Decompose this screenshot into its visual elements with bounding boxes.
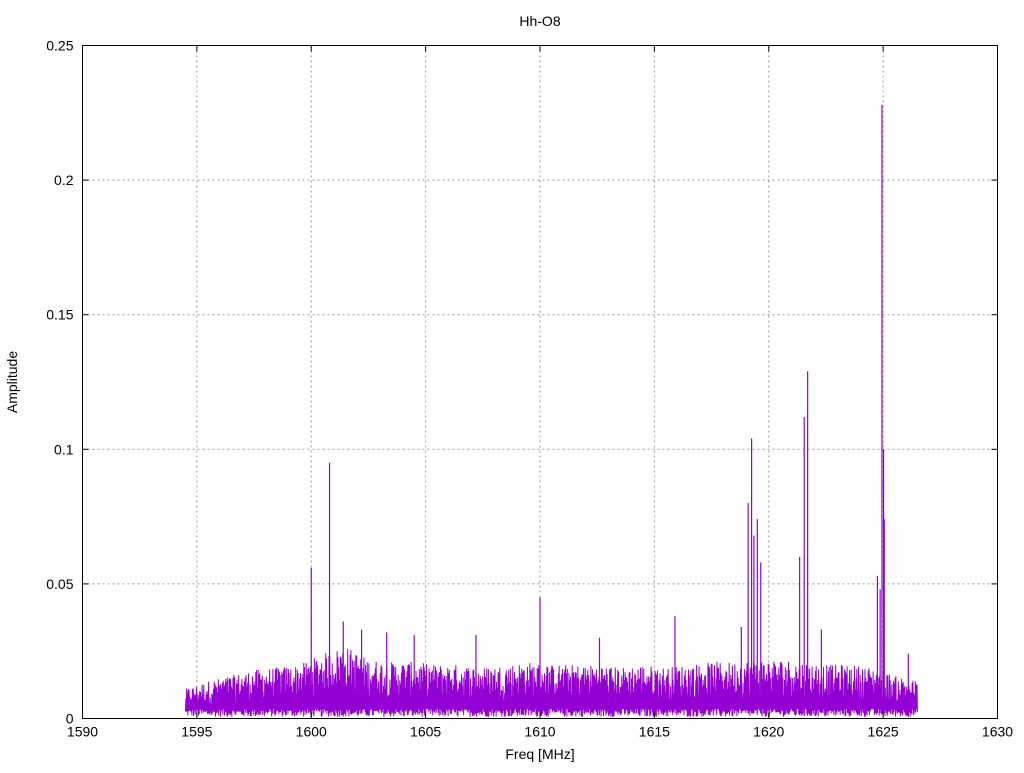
y-tick-label: 0.05 xyxy=(46,576,73,592)
y-tick-label: 0.1 xyxy=(54,441,74,457)
x-tick-label: 1595 xyxy=(181,724,212,740)
x-tick-label: 1620 xyxy=(753,724,784,740)
x-tick-label: 1610 xyxy=(524,724,555,740)
axis-ticks: 1590 1595 1600 1605 1610 1615 1620 1625 163000.0… xyxy=(46,38,1013,740)
y-tick-label: 0.15 xyxy=(46,307,73,323)
y-axis-label: Amplitude xyxy=(4,351,20,413)
y-tick-label: 0.2 xyxy=(54,172,74,188)
x-axis-label: Freq [MHz] xyxy=(505,746,574,762)
x-tick-label: 1630 xyxy=(982,724,1013,740)
x-tick-label: 1600 xyxy=(296,724,327,740)
x-tick-label: 1615 xyxy=(639,724,670,740)
series-hh-o8 xyxy=(184,104,918,717)
spectrum-chart: 1590 1595 1600 1605 1610 1615 1620 1625 163000.0… xyxy=(4,13,1013,762)
x-tick-label: 1605 xyxy=(410,724,441,740)
x-tick-label: 1625 xyxy=(868,724,899,740)
y-tick-label: 0.25 xyxy=(46,38,73,54)
y-tick-label: 0 xyxy=(66,711,74,727)
chart-title: Hh-O8 xyxy=(519,13,560,29)
